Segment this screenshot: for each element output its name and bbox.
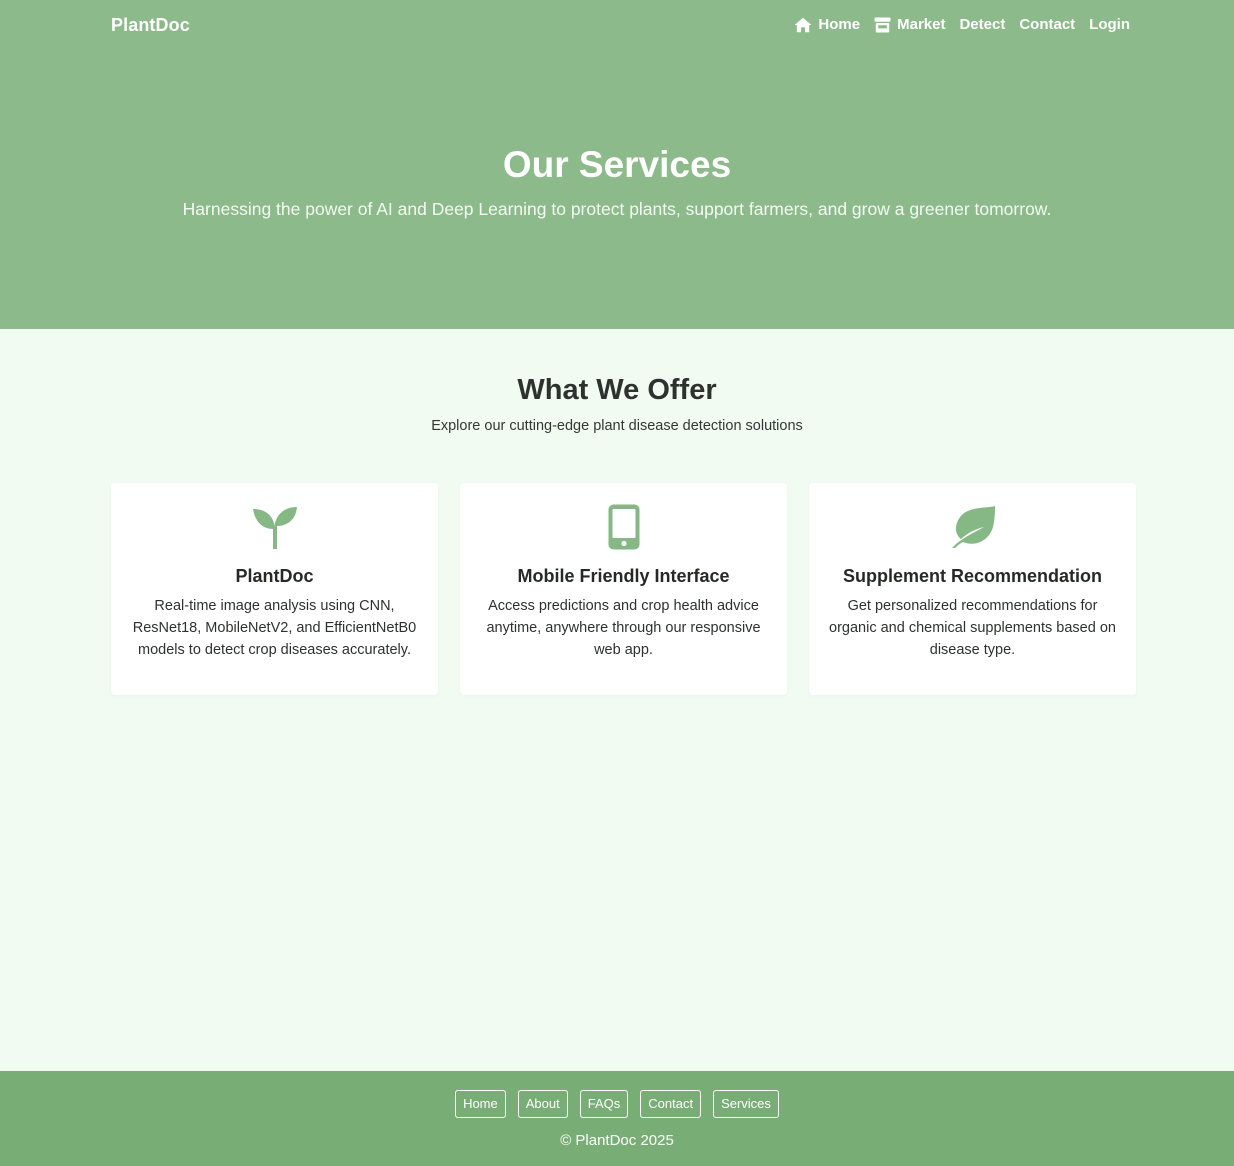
- card-text: Access predictions and crop health advic…: [486, 598, 761, 658]
- nav-market-link[interactable]: Market: [874, 16, 945, 33]
- hero-section: PlantDoc Home Market Detect Contact Logi…: [0, 0, 1234, 329]
- nav-login-link[interactable]: Login: [1089, 16, 1130, 33]
- nav-home-link[interactable]: Home: [794, 16, 860, 33]
- card-text: Get personalized recommendations for org…: [829, 598, 1116, 658]
- leaf-icon: [809, 504, 1136, 550]
- copyright-text: © PlantDoc 2025: [560, 1132, 674, 1149]
- mobile-phone-icon: [460, 504, 787, 550]
- offer-title: What We Offer: [517, 374, 717, 406]
- nav-detect-link[interactable]: Detect: [959, 16, 1005, 33]
- footer-faqs-link[interactable]: FAQs: [579, 1090, 629, 1118]
- service-cards: PlantDoc Real-time image analysis using …: [111, 483, 1136, 695]
- nav-links: Home Market Detect Contact Login: [794, 16, 1130, 33]
- nav-contact-link[interactable]: Contact: [1019, 16, 1075, 33]
- footer-links: Home About FAQs Contact Services: [0, 1090, 1234, 1118]
- footer-about-link[interactable]: About: [517, 1090, 568, 1118]
- card-title: Supplement Recommendation: [842, 566, 1103, 586]
- card-text: Real-time image analysis using CNN, ResN…: [132, 598, 417, 658]
- footer-home-link[interactable]: Home: [455, 1090, 506, 1118]
- nav-market-label: Market: [897, 16, 946, 33]
- card-title: PlantDoc: [235, 566, 314, 586]
- service-card-plantdoc: PlantDoc Real-time image analysis using …: [111, 483, 438, 695]
- service-card-mobile: Mobile Friendly Interface Access predict…: [460, 483, 787, 695]
- nav-home-label: Home: [818, 16, 861, 33]
- footer-contact-link[interactable]: Contact: [640, 1090, 702, 1118]
- brand-logo[interactable]: PlantDoc: [111, 15, 190, 36]
- offer-section: What We Offer Explore our cutting-edge p…: [0, 329, 1234, 1071]
- hero-subtitle: Harnessing the power of AI and Deep Lear…: [182, 199, 1052, 219]
- seedling-icon: [111, 504, 438, 550]
- store-icon: [874, 17, 891, 33]
- card-title: Mobile Friendly Interface: [517, 566, 730, 586]
- navbar: PlantDoc Home Market Detect Contact Logi…: [0, 0, 1234, 52]
- footer: Home About FAQs Contact Services © Plant…: [0, 1071, 1234, 1166]
- offer-subtitle: Explore our cutting-edge plant disease d…: [431, 418, 803, 434]
- hero-title: Our Services: [502, 144, 732, 185]
- home-icon: [794, 17, 812, 33]
- footer-services-link[interactable]: Services: [713, 1090, 779, 1118]
- service-card-supplement: Supplement Recommendation Get personaliz…: [809, 483, 1136, 695]
